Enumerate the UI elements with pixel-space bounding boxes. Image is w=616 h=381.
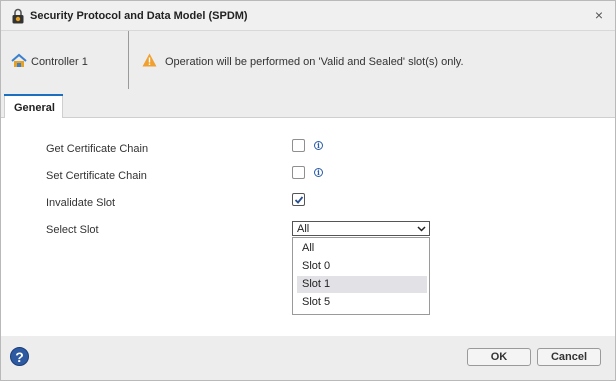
slot-option[interactable]: Slot 0 <box>297 258 427 275</box>
slot-option[interactable]: Slot 5 <box>297 294 427 311</box>
divider <box>128 31 129 89</box>
spdm-dialog: Security Protocol and Data Model (SPDM) … <box>0 0 616 381</box>
general-panel: Get Certificate Chain i Set Certificate … <box>1 118 615 336</box>
checkmark-icon <box>294 196 304 204</box>
ok-button[interactable]: OK <box>467 348 531 366</box>
select-slot-label: Select Slot <box>46 224 99 236</box>
controller-icon <box>11 53 27 69</box>
lock-icon <box>11 8 25 24</box>
dialog-title: Security Protocol and Data Model (SPDM) <box>30 10 248 22</box>
info-bar: Controller 1 Operation will be performed… <box>1 31 615 89</box>
tab-strip: General <box>1 89 615 119</box>
warning-icon <box>142 53 157 67</box>
tab-general[interactable]: General <box>4 94 63 119</box>
select-slot-dropdown[interactable]: All <box>292 221 430 236</box>
get-certificate-chain-checkbox[interactable] <box>292 139 305 152</box>
help-icon[interactable]: ? <box>10 347 29 366</box>
get-certificate-chain-label: Get Certificate Chain <box>46 143 149 155</box>
select-slot-value: All <box>297 223 310 235</box>
invalidate-slot-label: Invalidate Slot <box>46 197 116 209</box>
slot-option[interactable]: All <box>297 240 427 257</box>
set-certificate-chain-label: Set Certificate Chain <box>46 170 147 182</box>
tab-label: General <box>14 102 55 114</box>
invalidate-slot-checkbox[interactable] <box>292 193 305 206</box>
close-icon[interactable]: × <box>591 7 607 23</box>
controller-label: Controller 1 <box>31 56 88 68</box>
title-bar: Security Protocol and Data Model (SPDM) … <box>1 1 615 31</box>
slot-options-list: All Slot 0 Slot 1 Slot 5 <box>292 237 430 315</box>
info-icon[interactable]: i <box>314 141 323 150</box>
chevron-down-icon <box>417 224 426 233</box>
cancel-button[interactable]: Cancel <box>537 348 601 366</box>
footer: ? OK Cancel <box>1 336 615 380</box>
info-icon[interactable]: i <box>314 168 323 177</box>
warning-text: Operation will be performed on 'Valid an… <box>165 56 464 68</box>
slot-option[interactable]: Slot 1 <box>297 276 427 293</box>
set-certificate-chain-checkbox[interactable] <box>292 166 305 179</box>
